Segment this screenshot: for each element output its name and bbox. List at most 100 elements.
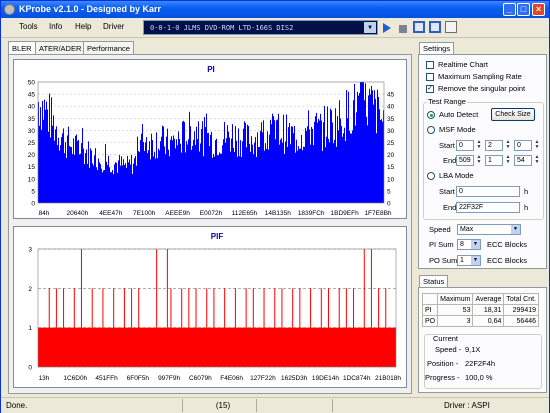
lba-start-field[interactable]: 0	[456, 186, 520, 197]
pi-bar	[57, 145, 58, 203]
pi-bar	[215, 140, 216, 203]
spin-icon[interactable]: ▲ ▼	[534, 155, 540, 166]
spin-icon[interactable]: ▲ ▼	[476, 140, 482, 151]
remove-singular-checkbox[interactable]: ✓	[426, 85, 434, 93]
pi-bar	[54, 140, 55, 203]
pi-bar	[66, 157, 67, 203]
pi-bar	[112, 169, 113, 203]
table-row: PO 3 0,64 56446	[421, 315, 539, 327]
speed-select[interactable]: Max ▼	[457, 224, 521, 235]
msf-start-min[interactable]: 0	[456, 140, 474, 151]
pi-bar	[65, 142, 66, 203]
menu-info[interactable]: Info	[49, 22, 62, 31]
x-tick: 20640h	[67, 210, 89, 217]
y-tick-right: 15	[387, 164, 395, 171]
lba-mode-radio[interactable]	[427, 172, 435, 180]
x-tick: 4EE47h	[99, 210, 123, 217]
realtime-checkbox[interactable]	[426, 61, 434, 69]
pi-bar	[357, 91, 358, 203]
y-tick-left: 30	[28, 128, 36, 135]
pi-bar	[354, 83, 355, 203]
chevron-down-icon[interactable]: ▼	[471, 240, 480, 249]
pi-bar	[363, 82, 364, 203]
pi-bar	[318, 118, 319, 203]
pi-bar	[177, 145, 178, 203]
app-icon	[4, 4, 15, 15]
row-label: PO	[421, 315, 439, 327]
pi-sum-select[interactable]: 8 ▼	[457, 239, 481, 250]
pi-bar	[178, 131, 179, 203]
chevron-down-icon[interactable]: ▼	[471, 256, 480, 265]
msf-end-min[interactable]: 509	[456, 155, 474, 166]
pi-bar	[140, 140, 141, 203]
chevron-down-icon[interactable]: ▼	[511, 225, 520, 234]
pi-bar	[154, 151, 155, 203]
spin-icon[interactable]: ▲ ▼	[534, 140, 540, 151]
pi-bar	[102, 172, 103, 203]
minimize-button[interactable]: _	[503, 3, 516, 16]
po-sum-select[interactable]: 1 ▼	[457, 255, 481, 266]
menu-driver[interactable]: Driver	[103, 22, 124, 31]
pi-bar	[274, 120, 275, 203]
msf-end-sec[interactable]: 1	[485, 155, 503, 166]
status-bar: Done. (15) Driver : ASPI	[1, 397, 549, 413]
y-tick-left: 40	[28, 104, 36, 111]
lba-end-field[interactable]: 22F32F	[456, 202, 520, 213]
pi-bar	[204, 117, 205, 203]
msf-mode-radio[interactable]	[427, 126, 435, 134]
pi-bar	[336, 146, 337, 203]
play-icon[interactable]	[383, 23, 391, 33]
pi-bar	[229, 137, 230, 203]
pi-bar	[115, 162, 116, 203]
pi-bar	[142, 123, 143, 203]
pi-bar	[252, 144, 253, 203]
pi-bar	[160, 141, 161, 203]
spin-icon[interactable]: ▲ ▼	[505, 140, 511, 151]
pi-bar	[376, 133, 377, 203]
pi-bar	[280, 139, 281, 203]
chevron-down-icon[interactable]: ▼	[364, 22, 376, 33]
pi-bar	[209, 146, 210, 203]
check-size-button[interactable]: Check Size	[491, 108, 535, 121]
msf-end-frame[interactable]: 54	[514, 155, 532, 166]
close-button[interactable]: ×	[532, 3, 545, 16]
pi-bar	[213, 153, 214, 203]
po-total: 56446	[503, 315, 539, 327]
menu-help[interactable]: Help	[75, 22, 91, 31]
settings-icon[interactable]	[445, 21, 457, 33]
spin-icon[interactable]: ▲ ▼	[476, 155, 482, 166]
pi-bar	[374, 90, 375, 203]
tab-performance[interactable]: Performance	[83, 41, 134, 55]
tab-ater-ader[interactable]: ATER/ADER	[35, 41, 86, 55]
pif-spike	[378, 288, 380, 328]
pi-bar	[254, 142, 255, 203]
pif-spike	[102, 288, 104, 328]
pi-bar	[231, 138, 232, 203]
pi-bar	[320, 113, 321, 203]
pi-bar	[187, 144, 188, 203]
save-icon[interactable]	[413, 21, 425, 33]
pi-bar	[186, 141, 187, 203]
msf-start-frame[interactable]: 0	[514, 140, 532, 151]
maximize-button[interactable]: □	[517, 3, 530, 16]
pif-spike	[91, 288, 93, 328]
pi-bar	[184, 122, 185, 203]
msf-start-sec[interactable]: 2	[485, 140, 503, 151]
pi-bar	[43, 119, 44, 203]
pif-spike	[252, 288, 254, 328]
pi-bar	[290, 144, 291, 203]
pi-bar	[39, 125, 40, 203]
max-sampling-checkbox[interactable]	[426, 73, 434, 81]
pi-bar	[227, 125, 228, 203]
stop-icon[interactable]	[399, 25, 407, 33]
status-header-max: Maximum	[437, 293, 474, 305]
menu-tools[interactable]: Tools	[19, 22, 38, 31]
pi-bar	[267, 131, 268, 203]
pi-bar	[87, 163, 88, 203]
pi-bar	[268, 149, 269, 203]
save-as-icon[interactable]	[429, 21, 441, 33]
spin-icon[interactable]: ▲ ▼	[505, 155, 511, 166]
pi-chart: PI 0 5 10 15 20 25 30 35 40 45 50 0 5 10 15 20 25 30 35 40 45…	[13, 59, 407, 219]
auto-detect-radio[interactable]	[427, 111, 435, 119]
drive-select[interactable]: 0-0-1-0 JLMS DVD-ROM LTD-166S DIS2 ▼	[143, 20, 378, 35]
